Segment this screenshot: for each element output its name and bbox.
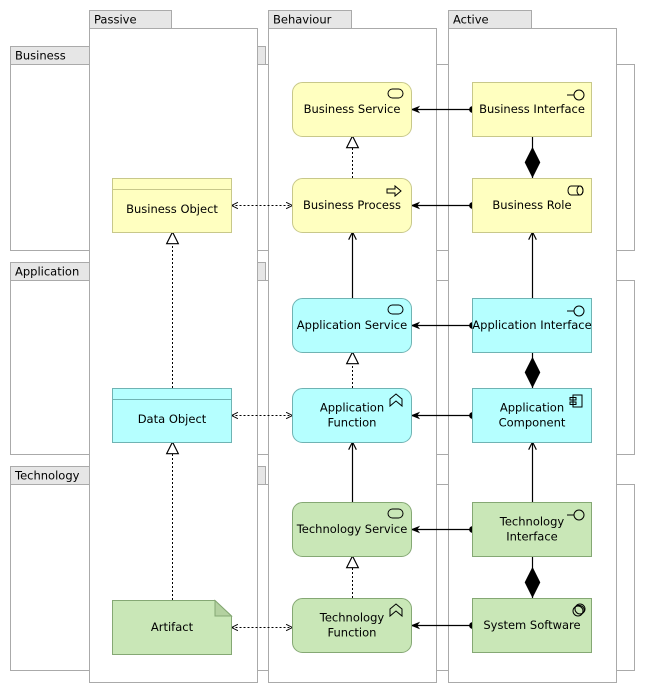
element-label: Application: [320, 401, 384, 415]
element-label: Function: [328, 626, 377, 640]
element-application-component[interactable]: ApplicationComponent: [472, 388, 592, 443]
element-label: Business Role: [492, 198, 571, 212]
element-label: Business Service: [304, 102, 401, 116]
element-label: Technology: [319, 611, 385, 625]
element-label: Business Interface: [479, 102, 585, 116]
element-business-process[interactable]: Business Process: [292, 178, 412, 233]
element-system-software[interactable]: System Software: [472, 598, 592, 653]
column-group-passive-label: Passive: [94, 13, 137, 27]
element-business-service[interactable]: Business Service: [292, 82, 412, 137]
element-label: System Software: [483, 618, 580, 632]
element-label: Application Interface: [472, 318, 591, 332]
element-application-service[interactable]: Application Service: [292, 298, 412, 353]
element-label: Technology Service: [296, 522, 408, 536]
column-group-active-label: Active: [453, 13, 489, 27]
element-label: Interface: [506, 530, 558, 544]
column-group-behaviour-label: Behaviour: [273, 13, 332, 27]
element-business-role[interactable]: Business Role: [472, 178, 592, 233]
column-group-passive-body: [89, 28, 258, 683]
element-data-object[interactable]: Data Object: [112, 388, 232, 443]
element-label: Business Process: [303, 198, 401, 212]
element-business-object[interactable]: Business Object: [112, 178, 232, 233]
element-business-interface[interactable]: Business Interface: [472, 82, 592, 137]
element-application-interface[interactable]: Application Interface: [472, 298, 592, 353]
element-technology-function[interactable]: TechnologyFunction: [292, 598, 412, 653]
element-label: Application: [500, 401, 564, 415]
element-label: Business Object: [126, 202, 218, 216]
element-label: Data Object: [138, 412, 207, 426]
element-application-function[interactable]: ApplicationFunction: [292, 388, 412, 443]
element-label: Function: [328, 416, 377, 430]
element-label: Technology: [499, 515, 565, 529]
element-label: Application Service: [297, 318, 407, 332]
row-group-application-label: Application: [15, 265, 79, 279]
element-artifact[interactable]: Artifact: [112, 599, 233, 655]
archimate-diagram: Business Application Technology Passive Beh…: [10, 10, 635, 683]
element-label: Component: [499, 416, 566, 430]
column-group-passive[interactable]: Passive: [89, 10, 258, 683]
element-label: Artifact: [151, 620, 194, 634]
row-group-technology-label: Technology: [14, 469, 80, 483]
element-technology-service[interactable]: Technology Service: [292, 502, 412, 557]
row-group-business-label: Business: [15, 49, 66, 63]
element-technology-interface[interactable]: TechnologyInterface: [472, 502, 592, 557]
